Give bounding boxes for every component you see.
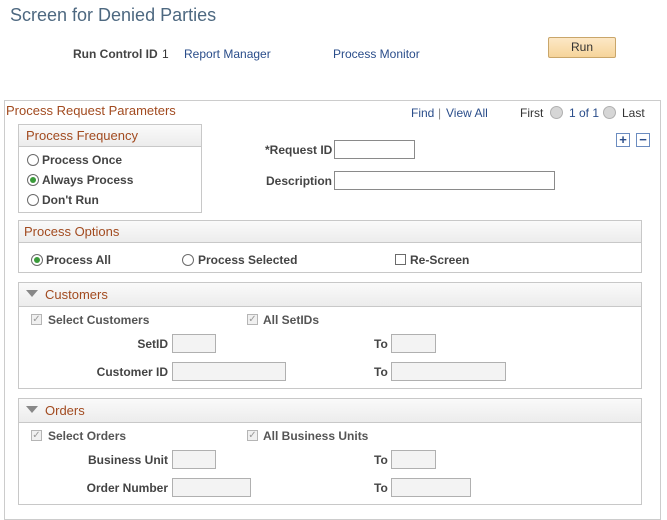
request-id-input[interactable] <box>334 140 415 159</box>
run-control-value: 1 <box>162 47 169 61</box>
last-label: Last <box>622 106 645 120</box>
description-label: Description <box>266 174 333 188</box>
paging-count: 1 of 1 <box>569 106 600 120</box>
business-unit-from-input[interactable] <box>172 450 216 469</box>
process-selected-label: Process Selected <box>198 253 298 267</box>
customer-id-to-input[interactable] <box>391 362 506 381</box>
always-process-radio[interactable] <box>27 174 39 186</box>
setid-label: SetID <box>137 337 168 351</box>
select-orders-checkbox[interactable] <box>31 430 42 441</box>
request-id-label: *Request ID <box>265 143 333 157</box>
process-frequency-title: Process Frequency <box>26 128 138 143</box>
dont-run-label: Don't Run <box>42 193 99 207</box>
business-unit-to-label: To <box>374 453 388 467</box>
process-once-label: Process Once <box>42 153 123 167</box>
first-label: First <box>520 106 544 120</box>
nav-separator: | <box>438 106 442 120</box>
process-once-radio[interactable] <box>27 154 39 166</box>
order-number-to-input[interactable] <box>391 478 471 497</box>
rescreen-label: Re-Screen <box>410 253 470 267</box>
setid-from-input[interactable] <box>172 334 216 353</box>
orders-title: Orders <box>45 403 85 418</box>
order-number-from-input[interactable] <box>172 478 251 497</box>
run-control-label: Run Control ID <box>73 47 158 61</box>
orders-header <box>19 399 641 423</box>
process-monitor-link[interactable]: Process Monitor <box>333 47 420 61</box>
all-business-units-checkbox[interactable] <box>247 430 258 441</box>
business-unit-to-input[interactable] <box>391 450 436 469</box>
order-number-to-label: To <box>374 481 388 495</box>
setid-to-label: To <box>374 337 388 351</box>
all-setids-label: All SetIDs <box>263 313 320 327</box>
collapse-orders-icon[interactable] <box>26 406 38 413</box>
setid-to-input[interactable] <box>391 334 436 353</box>
process-all-radio[interactable] <box>31 254 43 266</box>
add-row-button[interactable]: + <box>616 133 630 147</box>
customers-header <box>19 283 641 307</box>
rescreen-checkbox[interactable] <box>395 254 406 265</box>
dont-run-radio[interactable] <box>27 194 39 206</box>
customer-id-to-label: To <box>374 365 388 379</box>
find-link[interactable]: Find <box>411 106 434 120</box>
all-setids-checkbox[interactable] <box>247 314 258 325</box>
next-icon[interactable] <box>603 106 616 119</box>
customers-title: Customers <box>45 287 108 302</box>
select-orders-label: Select Orders <box>48 429 127 443</box>
view-all-link[interactable]: View All <box>446 106 488 120</box>
process-options-title: Process Options <box>24 224 120 239</box>
description-input[interactable] <box>334 171 555 190</box>
order-number-label: Order Number <box>86 481 168 495</box>
customer-id-label: Customer ID <box>96 365 168 379</box>
run-button[interactable]: Run <box>548 37 616 58</box>
process-selected-radio[interactable] <box>182 254 194 266</box>
report-manager-link[interactable]: Report Manager <box>184 47 271 61</box>
business-unit-label: Business Unit <box>87 453 168 467</box>
select-customers-checkbox[interactable] <box>31 314 42 325</box>
page-title: Screen for Denied Parties <box>10 5 217 25</box>
process-all-label: Process All <box>46 253 111 267</box>
always-process-label: Always Process <box>42 173 134 187</box>
select-customers-label: Select Customers <box>48 313 150 327</box>
all-business-units-label: All Business Units <box>263 429 369 443</box>
previous-icon[interactable] <box>550 106 563 119</box>
delete-row-button[interactable]: − <box>636 133 650 147</box>
customer-id-from-input[interactable] <box>172 362 286 381</box>
process-request-parameters-title: Process Request Parameters <box>6 103 176 118</box>
collapse-customers-icon[interactable] <box>26 290 38 297</box>
